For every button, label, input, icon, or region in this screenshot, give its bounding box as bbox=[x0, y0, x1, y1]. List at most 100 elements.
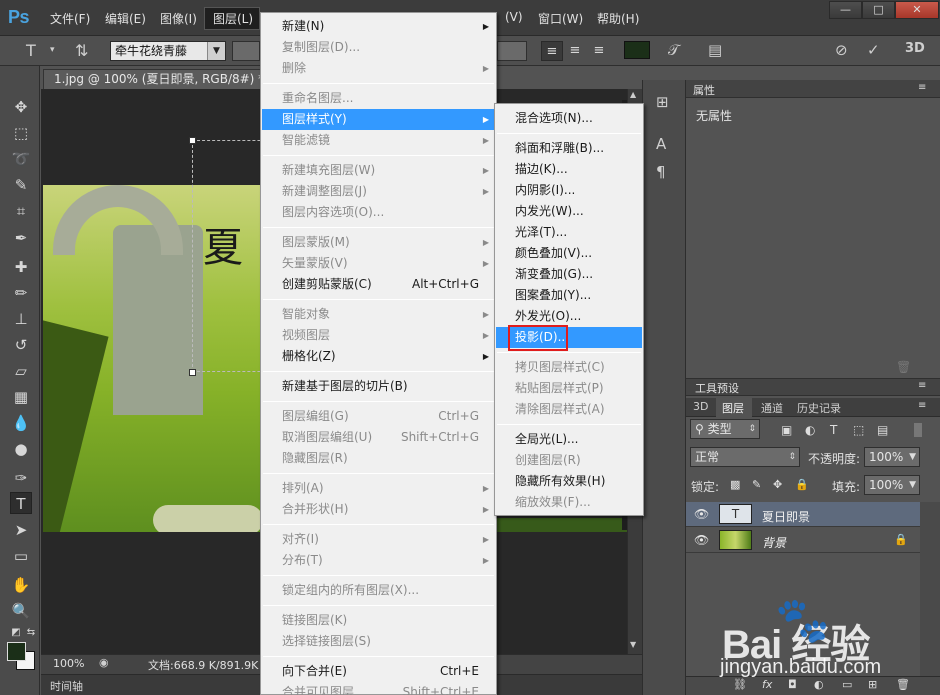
menu-item-copy-layer-style[interactable]: 拷贝图层样式(C) bbox=[496, 357, 642, 378]
zoom-level[interactable]: 100% bbox=[53, 657, 84, 670]
menu-item-clear-layer-style[interactable]: 清除图层样式(A) bbox=[496, 399, 642, 420]
adjustment-layer-icon[interactable]: ◐ bbox=[814, 678, 824, 691]
menu-item-color-overlay[interactable]: 颜色叠加(V)... bbox=[496, 243, 642, 264]
menu-item-group-layers[interactable]: 图层编组(G) Ctrl+G bbox=[262, 406, 495, 427]
menu-item-hide-layers[interactable]: 隐藏图层(R) bbox=[262, 448, 495, 469]
link-layers-icon[interactable]: ⛓ bbox=[733, 678, 747, 691]
menu-item-duplicate-layer[interactable]: 复制图层(D)... bbox=[262, 37, 495, 58]
menu-window[interactable]: 窗口(W) bbox=[538, 10, 583, 27]
tool-preset-dropdown-icon[interactable]: ▾ bbox=[50, 45, 55, 55]
menu-item-vector-mask[interactable]: 矢量蒙版(V) ▶ bbox=[262, 253, 495, 274]
blur-tool-icon[interactable]: 💧 bbox=[10, 412, 32, 434]
menu-item-bevel-emboss[interactable]: 斜面和浮雕(B)... bbox=[496, 138, 642, 159]
menu-view[interactable]: (V) bbox=[505, 10, 523, 24]
filter-type-icon[interactable]: T bbox=[830, 423, 837, 437]
lock-transparent-icon[interactable]: ▩ bbox=[730, 478, 740, 491]
align-center-button[interactable]: ≡ bbox=[564, 41, 586, 61]
menu-item-satin[interactable]: 光泽(T)... bbox=[496, 222, 642, 243]
clone-stamp-tool-icon[interactable]: ⊥ bbox=[10, 308, 32, 330]
document-tab[interactable]: 1.jpg @ 100% (夏日即景, RGB/8#) * × bbox=[43, 69, 263, 89]
font-style-select[interactable] bbox=[232, 41, 260, 61]
foreground-color-swatch[interactable] bbox=[7, 642, 26, 661]
menu-item-merge-visible[interactable]: 合并可见图层 Shift+Ctrl+E bbox=[262, 682, 495, 695]
blend-mode-select[interactable]: 正常 ⇕ bbox=[690, 447, 800, 467]
transform-handle[interactable] bbox=[189, 137, 196, 144]
tool-presets-title[interactable]: 工具预设 bbox=[695, 380, 739, 396]
tab-channels[interactable]: 通道 bbox=[761, 400, 783, 416]
tab-3d[interactable]: 3D bbox=[693, 400, 708, 413]
healing-brush-tool-icon[interactable]: ✚ bbox=[10, 256, 32, 278]
fx-icon[interactable]: fx bbox=[762, 678, 772, 691]
character-icon[interactable]: A bbox=[656, 135, 666, 153]
delete-layer-icon[interactable]: 🗑 bbox=[896, 678, 910, 691]
menu-item-smart-object[interactable]: 智能对象 ▶ bbox=[262, 304, 495, 325]
menu-item-layer-mask[interactable]: 图层蒙版(M) ▶ bbox=[262, 232, 495, 253]
type-tool-icon[interactable]: T bbox=[26, 41, 36, 60]
lock-position-icon[interactable]: ✥ bbox=[773, 478, 782, 491]
layer-name[interactable]: 夏日即景 bbox=[762, 508, 810, 525]
menu-item-global-light[interactable]: 全局光(L)... bbox=[496, 429, 642, 450]
panel-menu-icon[interactable]: ≡ bbox=[918, 82, 926, 93]
panel-menu-icon[interactable]: ≡ bbox=[918, 400, 926, 411]
path-selection-tool-icon[interactable]: ➤ bbox=[10, 519, 32, 541]
commit-check-icon[interactable]: ✓ bbox=[867, 41, 880, 59]
pen-tool-icon[interactable]: ✑ bbox=[10, 467, 32, 489]
swap-colors-icon[interactable]: ⇆ bbox=[20, 622, 42, 644]
menu-item-merge-down[interactable]: 向下合并(E) Ctrl+E bbox=[262, 661, 495, 682]
rectangle-tool-icon[interactable]: ▭ bbox=[10, 545, 32, 567]
move-tool-icon[interactable]: ✥ bbox=[10, 96, 32, 118]
menu-item-video-layer[interactable]: 视频图层 ▶ bbox=[262, 325, 495, 346]
scroll-up-icon[interactable]: ▲ bbox=[630, 90, 636, 99]
new-layer-icon[interactable]: ⊞ bbox=[868, 678, 877, 691]
menu-item-rename-layer[interactable]: 重命名图层... bbox=[262, 88, 495, 109]
menu-item-new-layer-based-slice[interactable]: 新建基于图层的切片(B) bbox=[262, 376, 495, 397]
visibility-eye-icon[interactable]: 👁 bbox=[694, 507, 709, 521]
menu-item-outer-glow[interactable]: 外发光(O)... bbox=[496, 306, 642, 327]
menu-item-align[interactable]: 对齐(I) ▶ bbox=[262, 529, 495, 550]
adjustments-icon[interactable]: ⊞ bbox=[656, 93, 669, 111]
align-left-button[interactable]: ≡ bbox=[541, 41, 563, 61]
menu-item-lock-all-layers-in-group[interactable]: 锁定组内的所有图层(X)... bbox=[262, 580, 495, 601]
lock-all-icon[interactable]: 🔒 bbox=[795, 478, 809, 491]
horizontal-type-tool-icon[interactable]: T bbox=[10, 492, 32, 514]
menu-item-create-layer[interactable]: 创建图层(R) bbox=[496, 450, 642, 471]
properties-title[interactable]: 属性 bbox=[693, 82, 715, 98]
menu-item-hide-all-effects[interactable]: 隐藏所有效果(H) bbox=[496, 471, 642, 492]
paragraph-icon[interactable]: ¶ bbox=[656, 163, 666, 181]
panel-menu-icon[interactable]: ≡ bbox=[918, 380, 926, 391]
visibility-eye-icon[interactable]: 👁 bbox=[694, 533, 709, 547]
eraser-tool-icon[interactable]: ▱ bbox=[10, 360, 32, 382]
menu-item-ungroup-layers[interactable]: 取消图层编组(U) Shift+Ctrl+G bbox=[262, 427, 495, 448]
maximize-button[interactable]: □ bbox=[862, 1, 895, 19]
character-panel-icon[interactable]: ▤ bbox=[708, 41, 722, 59]
add-mask-icon[interactable]: ◘ bbox=[788, 678, 797, 691]
menu-item-new-adjustment-layer[interactable]: 新建调整图层(J) ▶ bbox=[262, 181, 495, 202]
menu-item-rasterize[interactable]: 栅格化(Z) ▶ bbox=[262, 346, 495, 367]
menu-item-select-linked-layers[interactable]: 选择链接图层(S) bbox=[262, 631, 495, 652]
history-brush-tool-icon[interactable]: ↺ bbox=[10, 334, 32, 356]
menu-item-combine-shapes[interactable]: 合并形状(H) ▶ bbox=[262, 499, 495, 520]
menu-item-new[interactable]: 新建(N) ▶ bbox=[262, 16, 495, 37]
layers-scrollbar[interactable] bbox=[920, 502, 940, 676]
font-family-select[interactable]: 牵牛花绕青藤 ▼ bbox=[110, 41, 226, 61]
menu-item-layer-style[interactable]: 图层样式(Y) ▶ bbox=[262, 109, 495, 130]
brush-tool-icon[interactable]: ✏ bbox=[10, 282, 32, 304]
scroll-down-icon[interactable]: ▼ bbox=[630, 640, 636, 649]
menu-item-inner-shadow[interactable]: 内阴影(I)... bbox=[496, 180, 642, 201]
layer-filter-select[interactable]: ⚲ 类型 ⇕ bbox=[690, 419, 760, 439]
filter-smart-object-icon[interactable]: ▤ bbox=[877, 423, 888, 437]
menu-item-arrange[interactable]: 排列(A) ▶ bbox=[262, 478, 495, 499]
menu-help[interactable]: 帮助(H) bbox=[597, 10, 639, 27]
warp-text-icon[interactable]: 𝒯 bbox=[668, 41, 680, 59]
font-size-select[interactable] bbox=[497, 41, 527, 61]
new-group-icon[interactable]: ▭ bbox=[842, 678, 852, 691]
menu-item-new-fill-layer[interactable]: 新建填充图层(W) ▶ bbox=[262, 160, 495, 181]
filter-pixel-icon[interactable]: ▣ bbox=[781, 423, 792, 437]
menu-item-pattern-overlay[interactable]: 图案叠加(Y)... bbox=[496, 285, 642, 306]
crop-tool-icon[interactable]: ⌗ bbox=[10, 200, 32, 222]
menu-item-stroke[interactable]: 描边(K)... bbox=[496, 159, 642, 180]
lock-image-icon[interactable]: ✎ bbox=[752, 478, 761, 491]
menu-item-distribute[interactable]: 分布(T) ▶ bbox=[262, 550, 495, 571]
menu-item-smart-filter[interactable]: 智能滤镜 ▶ bbox=[262, 130, 495, 151]
gradient-tool-icon[interactable]: ▦ bbox=[10, 386, 32, 408]
